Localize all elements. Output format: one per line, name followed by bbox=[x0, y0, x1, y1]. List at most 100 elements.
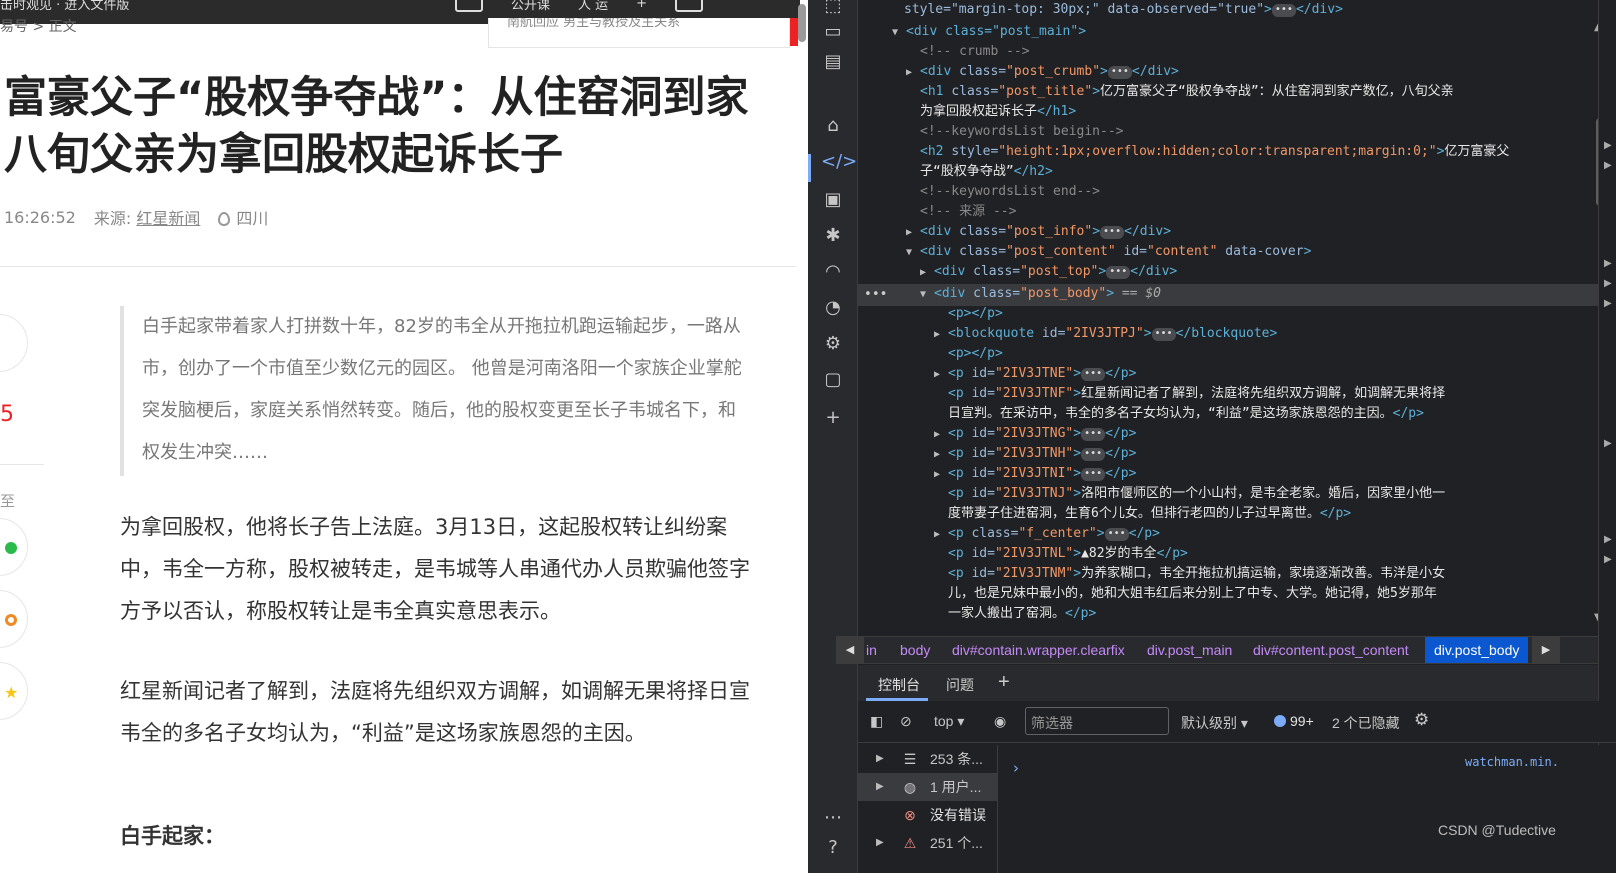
dom-comment[interactable]: <!--keywordsList beigin--> bbox=[920, 122, 1124, 142]
dom-line[interactable]: style="margin-top: 30px;" data-observed=… bbox=[904, 0, 1343, 20]
expand-arrow[interactable]: ▶ bbox=[1604, 554, 1612, 565]
sources-bug-icon[interactable]: ✱ bbox=[821, 224, 845, 248]
dom-line-selected[interactable]: ▼ <div class="post_body"> == $0 bbox=[920, 284, 1161, 304]
sidebar-warnings[interactable]: ▶ ⚠ 251 个... bbox=[858, 829, 998, 857]
more-tools-plus-icon[interactable]: + bbox=[821, 406, 845, 430]
inspect-icon[interactable]: ⬚ bbox=[821, 0, 845, 18]
issues-counter[interactable]: 99+ bbox=[1274, 713, 1314, 729]
sidebar-errors[interactable]: ⊗ 没有错误 bbox=[858, 801, 998, 829]
dom-line[interactable]: <h1 class="post_title">亿万富豪父子“股权争夺战”：从住窑… bbox=[920, 82, 1454, 102]
welcome-home-icon[interactable]: ⌂ bbox=[821, 114, 845, 138]
log-level-select[interactable]: 默认级别 ▾ bbox=[1181, 713, 1248, 733]
console-settings-gear-icon[interactable]: ⚙ bbox=[1414, 710, 1429, 730]
sidebar-user-messages[interactable]: ▶ ◍ 1 用户... bbox=[858, 773, 998, 801]
dom-line[interactable]: 日宣判。在采访中，韦全的多名子女均认为，“利益”是这场家族恩怨的主因。</p> bbox=[948, 404, 1424, 424]
wechat-share-icon[interactable] bbox=[0, 518, 28, 576]
live-expression-eye-icon[interactable]: ◉ bbox=[994, 713, 1006, 730]
comment-count: 5 bbox=[0, 402, 14, 427]
window-icon[interactable] bbox=[675, 0, 704, 12]
dom-line[interactable]: 度带妻子住进窑洞，生育6个儿女。但排行老四的儿子过早离世。</p> bbox=[948, 504, 1351, 524]
console-tool-icon[interactable]: ▣ bbox=[821, 188, 845, 212]
node-actions-icon[interactable]: ••• bbox=[864, 287, 887, 302]
search-input[interactable]: 南航回应 男主与教授及主关系 bbox=[488, 18, 790, 48]
comment-count-button[interactable] bbox=[0, 314, 28, 372]
top-link-plus[interactable]: + bbox=[636, 0, 647, 11]
help-icon[interactable]: ? bbox=[821, 836, 845, 860]
dom-line[interactable]: 一家人搬出了窑洞。</p> bbox=[948, 604, 1096, 624]
dom-line[interactable]: ▶ <p id="2IV3JTNE"> ••• </p> bbox=[934, 364, 1136, 384]
dom-line[interactable]: ▶ <div class="post_info"> ••• </div> bbox=[906, 222, 1171, 242]
article-breadcrumb[interactable]: 易号 > 正文 bbox=[0, 16, 77, 36]
performance-gauge-icon[interactable]: ◔ bbox=[821, 296, 845, 320]
share-label: 至 bbox=[0, 492, 16, 510]
dom-line[interactable]: ▶ <p id="2IV3JTNH"> ••• </p> bbox=[934, 444, 1136, 464]
dom-line[interactable]: 子“股权争夺战”</h2> bbox=[920, 162, 1053, 182]
clear-console-icon[interactable]: ⊘ bbox=[900, 713, 912, 730]
dom-line[interactable]: <p></p> bbox=[948, 344, 1003, 364]
dom-line[interactable]: ▶ <p class="f_center"> ••• </p> bbox=[934, 524, 1160, 544]
top-bar-left-text[interactable]: 击时观见 · 进入文件版 bbox=[0, 0, 129, 13]
dom-crumb[interactable]: div#content.post_content bbox=[1253, 642, 1409, 658]
memory-chip-icon[interactable]: ⚙ bbox=[821, 332, 845, 356]
dom-line[interactable]: ▼ <div class="post_main"> bbox=[892, 22, 1086, 42]
dom-line[interactable]: <h2 style="height:1px;overflow:hidden;co… bbox=[920, 142, 1509, 162]
dom-line[interactable]: 儿，也是兄妹中最小的，她和大姐韦红后来分别上了中专、大学。她记得，她5岁那年 bbox=[948, 584, 1437, 604]
console-source-link[interactable]: watchman.min. bbox=[1465, 755, 1559, 769]
expand-arrow[interactable]: ▶ bbox=[1604, 438, 1612, 449]
application-icon[interactable]: ▢ bbox=[821, 368, 845, 392]
mobile-icon[interactable] bbox=[455, 0, 483, 12]
dom-line[interactable]: <p id="2IV3JTNL">▲82岁的韦全</p> bbox=[948, 544, 1188, 564]
dom-crumb[interactable]: in bbox=[866, 642, 877, 658]
issues-count: 99+ bbox=[1290, 713, 1314, 729]
dom-line[interactable]: ▼ <div class="post_content" id="content" … bbox=[906, 242, 1311, 262]
dom-line[interactable]: ▶ <div class="post_top"> ••• </div> bbox=[920, 262, 1177, 282]
dom-line[interactable]: <p id="2IV3JTNJ">洛阳市偃师区的一个小山村，是韦全老家。婚后，因… bbox=[948, 484, 1445, 504]
dom-comment[interactable]: <!-- 来源 --> bbox=[920, 202, 1016, 222]
sidebar-toggle-icon[interactable]: ◧ bbox=[870, 713, 883, 730]
elements-dom-tree[interactable]: ••• style="margin-top: 30px;" data-obser… bbox=[858, 0, 1598, 637]
tab-issues[interactable]: 问题 bbox=[946, 675, 974, 695]
qzone-share-icon[interactable]: ★ bbox=[0, 662, 28, 720]
top-link-course[interactable]: 公开课 bbox=[511, 0, 550, 13]
dom-line[interactable]: ▶ <p id="2IV3JTNG"> ••• </p> bbox=[934, 424, 1136, 444]
breadcrumb-scroll-left[interactable]: ◀ bbox=[836, 637, 864, 663]
tab-console[interactable]: 控制台 bbox=[878, 675, 920, 695]
dom-line[interactable]: ▶ <blockquote id="2IV3JTPJ"> ••• </blockquo… bbox=[934, 324, 1277, 344]
weibo-share-icon[interactable] bbox=[0, 590, 28, 648]
expand-arrow[interactable]: ▶ bbox=[1604, 298, 1612, 309]
article-meta: 16:26:52 来源: 红星新闻 四川 bbox=[4, 205, 268, 229]
dom-comment[interactable]: <!-- crumb --> bbox=[920, 42, 1030, 62]
more-options-icon[interactable]: ⋯ bbox=[821, 806, 845, 830]
dock-icon[interactable]: ▤ bbox=[821, 50, 845, 74]
expand-arrow[interactable]: ▶ bbox=[1604, 278, 1612, 289]
expand-arrow[interactable]: ▶ bbox=[1604, 160, 1612, 171]
console-prompt[interactable]: › bbox=[1013, 759, 1019, 777]
expand-arrow[interactable]: ▶ bbox=[1604, 534, 1612, 545]
dom-line[interactable]: <p></p> bbox=[948, 304, 1003, 324]
network-wifi-icon[interactable]: ◠ bbox=[821, 260, 845, 284]
dom-line[interactable]: ▶ <div class="post_crumb"> ••• </div> bbox=[906, 62, 1179, 82]
page-scrollbar[interactable] bbox=[798, 4, 806, 42]
expand-arrow[interactable]: ▶ bbox=[1604, 140, 1612, 151]
dom-comment[interactable]: <!--keywordsList end--> bbox=[920, 182, 1100, 202]
dom-line[interactable]: ▶ <p id="2IV3JTNI"> ••• </p> bbox=[934, 464, 1136, 484]
add-tab-plus-icon[interactable]: + bbox=[998, 671, 1010, 694]
dom-line[interactable]: 为拿回股权起诉长子</h1> bbox=[920, 102, 1076, 122]
expand-arrow[interactable]: ▶ bbox=[1604, 258, 1612, 269]
dom-crumb[interactable]: div.post_main bbox=[1147, 642, 1232, 658]
dom-crumb[interactable]: body bbox=[900, 642, 930, 658]
dom-crumb[interactable]: div#contain.wrapper.clearfix bbox=[952, 642, 1125, 658]
search-button[interactable] bbox=[790, 18, 798, 46]
dom-line[interactable]: <p id="2IV3JTNF">红星新闻记者了解到，法庭将先组织双方调解，如调… bbox=[948, 384, 1445, 404]
top-link-user[interactable]: 人 运 bbox=[578, 0, 608, 13]
sidebar-messages[interactable]: ▶ ☰ 253 条... bbox=[858, 745, 998, 773]
elements-tool-icon[interactable]: </> bbox=[821, 150, 857, 174]
source-link[interactable]: 红星新闻 bbox=[136, 209, 200, 228]
context-selector[interactable]: top ▾ bbox=[934, 713, 964, 730]
console-output[interactable]: › watchman.min. bbox=[999, 745, 1616, 873]
dom-crumb-selected[interactable]: div.post_body bbox=[1425, 637, 1529, 663]
device-toolbar-icon[interactable]: ▭ bbox=[821, 20, 845, 44]
dom-line[interactable]: <p id="2IV3JTNM">为养家糊口，韦全开拖拉机搞运输，家境逐渐改善。… bbox=[948, 564, 1445, 584]
breadcrumb-scroll-right[interactable]: ▶ bbox=[1532, 637, 1560, 663]
console-filter-input[interactable]: 筛选器 bbox=[1025, 707, 1169, 735]
